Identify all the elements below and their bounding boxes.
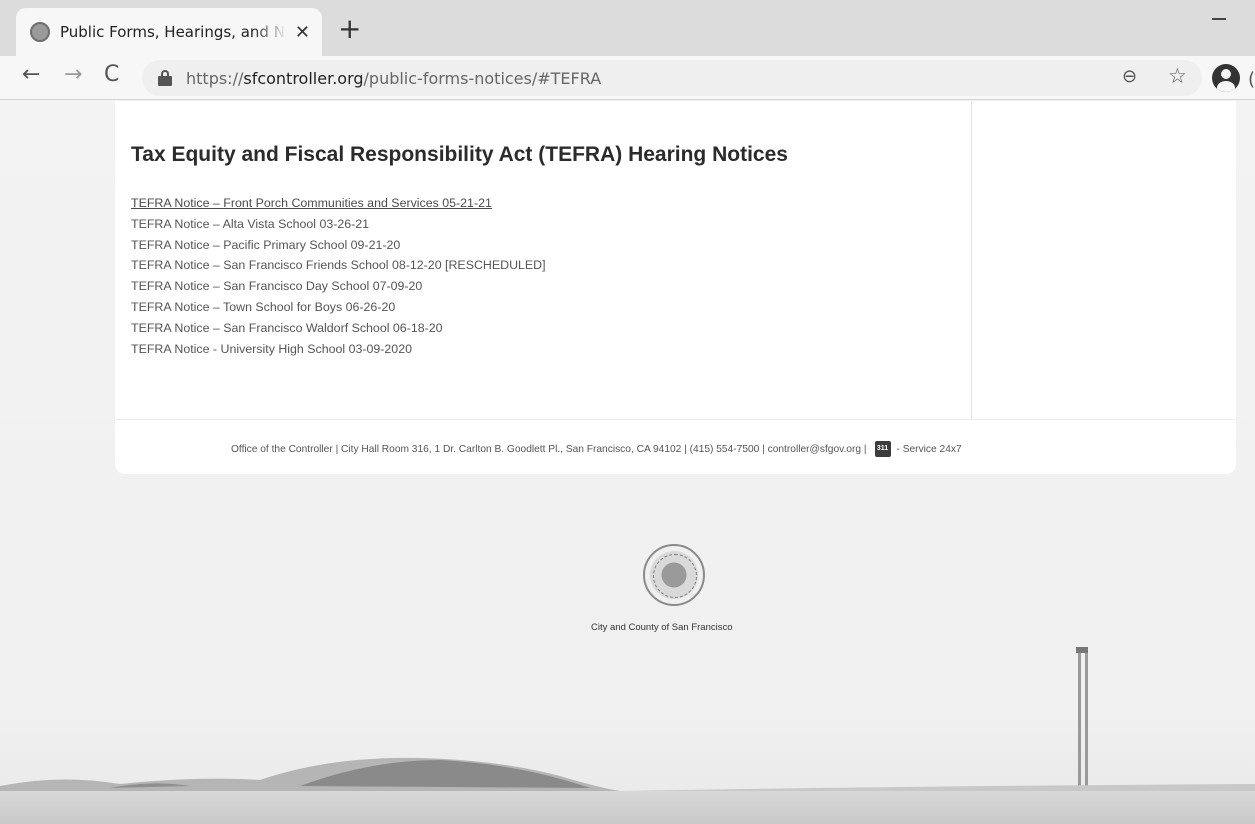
bookmark-star-icon[interactable]: ☆ [1168, 64, 1187, 88]
main-content: Tax Equity and Fiscal Responsibility Act… [115, 101, 972, 419]
notice-link[interactable]: TEFRA Notice – San Francisco Friends Sch… [131, 255, 546, 276]
notice-link[interactable]: TEFRA Notice - University High School 03… [131, 339, 546, 360]
footer-service: - Service 24x7 [896, 443, 962, 455]
url-path: /public-forms-notices/#TEFRA [363, 68, 602, 88]
profile-avatar-icon[interactable] [1212, 64, 1240, 92]
page-title: Tax Equity and Fiscal Responsibility Act… [131, 143, 788, 166]
back-arrow-icon[interactable]: ← [22, 62, 40, 87]
service-311-icon[interactable]: 311 [874, 441, 891, 457]
new-tab-button[interactable]: + [338, 12, 361, 45]
notice-link[interactable]: TEFRA Notice – San Francisco Day School … [131, 276, 546, 297]
city-seal-icon [643, 544, 705, 606]
seal-caption: City and County of San Francisco [591, 622, 733, 633]
reload-icon[interactable]: C [104, 62, 119, 87]
footer-bar: Office of the Controller | City Hall Roo… [115, 419, 1236, 474]
notice-list: TEFRA Notice – Front Porch Communities a… [131, 193, 546, 359]
site-favicon-icon [30, 22, 50, 42]
lock-icon[interactable] [158, 70, 172, 86]
tab-strip: Public Forms, Hearings, and Notices ✕ + [0, 0, 1255, 56]
notice-link[interactable]: TEFRA Notice – San Francisco Waldorf Sch… [131, 318, 546, 339]
browser-toolbar: ← → C https://sfcontroller.org/public-fo… [0, 56, 1255, 100]
forward-arrow-icon[interactable]: → [64, 62, 82, 87]
footer-address: Office of the Controller | City Hall Roo… [231, 443, 867, 455]
page-viewport: Tax Equity and Fiscal Responsibility Act… [0, 101, 1255, 824]
notice-link[interactable]: TEFRA Notice – Alta Vista School 03-26-2… [131, 214, 546, 235]
tab-title: Public Forms, Hearings, and Notices [60, 23, 287, 41]
url-host: sfcontroller.org [243, 68, 364, 88]
url-scheme: https:// [186, 68, 244, 88]
url-text[interactable]: https://sfcontroller.org/public-forms-no… [186, 69, 601, 88]
zoom-icon[interactable]: ⊖ [1122, 66, 1137, 87]
address-bar[interactable]: https://sfcontroller.org/public-forms-no… [142, 60, 1202, 96]
footer-text: Office of the Controller | City Hall Roo… [231, 441, 962, 457]
content-card: Tax Equity and Fiscal Responsibility Act… [115, 101, 1236, 474]
profile-edge-glyph: ( [1248, 69, 1255, 90]
close-tab-icon[interactable]: ✕ [295, 22, 310, 43]
notice-link[interactable]: TEFRA Notice – Front Porch Communities a… [131, 193, 546, 214]
minimize-window-button[interactable] [1212, 18, 1226, 20]
bay-water-image [0, 791, 1255, 824]
browser-tab[interactable]: Public Forms, Hearings, and Notices ✕ [16, 8, 322, 56]
notice-link[interactable]: TEFRA Notice – Town School for Boys 06-2… [131, 297, 546, 318]
notice-link[interactable]: TEFRA Notice – Pacific Primary School 09… [131, 235, 546, 256]
